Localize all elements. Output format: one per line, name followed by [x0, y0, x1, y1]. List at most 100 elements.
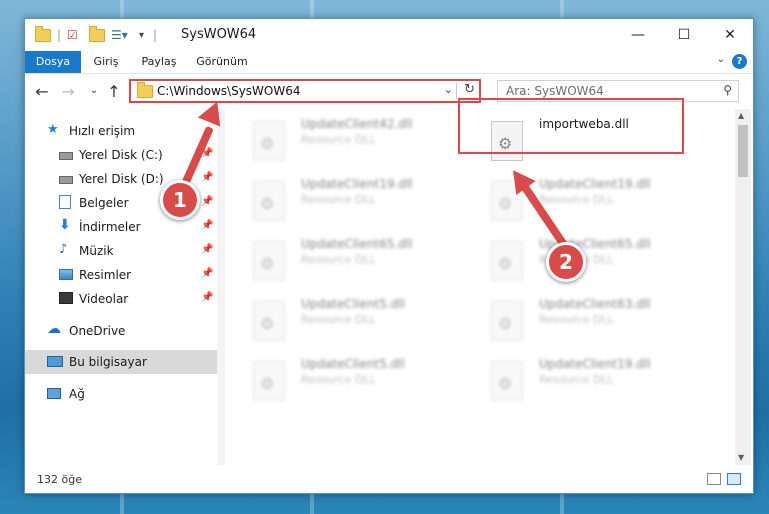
- file-name: UpdateClient5.dll: [301, 297, 405, 311]
- chevron-down-icon[interactable]: ⌄: [717, 54, 725, 65]
- pin-icon[interactable]: 📌: [201, 244, 213, 255]
- sidebar-item-music[interactable]: ♪ Müzik 📌: [25, 239, 217, 263]
- sidebar-item-local-disk-c[interactable]: Yerel Disk (C:) 📌: [25, 143, 217, 167]
- sidebar-item-this-pc[interactable]: Bu bilgisayar: [25, 350, 217, 374]
- window-title: SysWOW64: [181, 27, 257, 42]
- title-bar: | ☑ ☰▾ ▾ | SysWOW64 — ☐ ✕: [25, 19, 753, 51]
- sidebar-item-label: Yerel Disk (D:): [79, 172, 164, 186]
- file-name: UpdateClient63.dll: [539, 297, 651, 311]
- music-icon: ♪: [59, 242, 68, 257]
- file-name: UpdateClient42.dll: [301, 117, 413, 131]
- ribbon-tabs: Dosya Giriş Paylaş Görünüm ⌄ ?: [25, 51, 753, 74]
- pin-icon[interactable]: 📌: [201, 196, 213, 207]
- scroll-down-icon[interactable]: ▼: [738, 453, 744, 462]
- details-view-icon[interactable]: [707, 473, 721, 485]
- sidebar-item-label: Müzik: [79, 244, 114, 258]
- sidebar-item-label: Resimler: [79, 268, 132, 282]
- item-count: 132 öğe: [37, 473, 82, 486]
- file-name: UpdateClient19.dll: [539, 357, 651, 371]
- file-highlight-box: [458, 98, 684, 154]
- file-name: UpdateClient19.dll: [301, 177, 413, 191]
- sidebar-item-label: Hızlı erişim: [69, 124, 136, 138]
- list-item[interactable]: ⚙ UpdateClient19.dll Resource DLL: [483, 355, 703, 409]
- sidebar-scrollbar[interactable]: [217, 109, 225, 465]
- large-icons-view-icon[interactable]: [727, 473, 741, 485]
- drive-icon: [59, 152, 73, 160]
- list-item[interactable]: ⚙ UpdateClient63.dll Resource DLL: [483, 295, 703, 349]
- customize-toolbar-icon[interactable]: ▾: [139, 27, 144, 43]
- sidebar-item-onedrive[interactable]: ☁ OneDrive: [25, 319, 217, 343]
- pin-icon[interactable]: 📌: [201, 268, 213, 279]
- close-button[interactable]: ✕: [707, 19, 753, 51]
- network-icon: [47, 388, 61, 399]
- explorer-window: | ☑ ☰▾ ▾ | SysWOW64 — ☐ ✕ Dosya Giriş Pa…: [24, 18, 754, 494]
- forward-arrow-icon[interactable]: →: [59, 82, 77, 101]
- tab-home[interactable]: Giriş: [85, 51, 127, 73]
- new-folder-icon[interactable]: [89, 25, 105, 43]
- separator: |: [57, 28, 62, 42]
- star-icon: ★: [47, 122, 59, 137]
- sidebar-item-quick-access[interactable]: ★ Hızlı erişim: [25, 119, 217, 143]
- file-list: ⚙ UpdateClient42.dll Resource DLL ⚙ Upda…: [225, 109, 735, 465]
- help-button[interactable]: ?: [732, 54, 747, 69]
- computer-icon: [47, 356, 63, 367]
- sidebar-item-downloads[interactable]: ⬇ İndirmeler 📌: [25, 215, 217, 239]
- divider: [456, 83, 457, 99]
- file-description: Resource DLL: [301, 193, 376, 206]
- folder-icon: [137, 82, 153, 98]
- sidebar-item-pictures[interactable]: Resimler 📌: [25, 263, 217, 287]
- list-item[interactable]: ⚙ UpdateClient42.dll Resource DLL: [245, 115, 465, 169]
- sidebar-item-videos[interactable]: Videolar 📌: [25, 287, 217, 311]
- scrollbar-thumb[interactable]: [738, 125, 748, 177]
- file-description: Resource DLL: [301, 253, 376, 266]
- chevron-down-icon[interactable]: ⌄: [444, 83, 453, 96]
- scroll-up-icon[interactable]: ▲: [738, 111, 744, 120]
- sidebar-item-label: Videolar: [79, 292, 129, 306]
- folder-icon: [35, 25, 51, 43]
- pictures-icon: [59, 269, 73, 280]
- vertical-scrollbar[interactable]: ▲ ▼: [735, 109, 751, 465]
- view-options-icon[interactable]: ☰▾: [111, 27, 128, 43]
- tab-file[interactable]: Dosya: [25, 51, 81, 73]
- tab-share[interactable]: Paylaş: [133, 51, 185, 73]
- sidebar-item-label: Bu bilgisayar: [69, 355, 147, 369]
- list-item[interactable]: ⚙ UpdateClient5.dll Resource DLL: [245, 355, 465, 409]
- maximize-button[interactable]: ☐: [661, 19, 707, 51]
- documents-icon: [59, 195, 71, 209]
- annotation-badge-2: 2: [546, 242, 586, 282]
- pin-icon[interactable]: 📌: [201, 220, 213, 231]
- dll-file-icon: ⚙: [253, 181, 285, 221]
- file-name: UpdateClient19.dll: [539, 177, 651, 191]
- recent-locations-icon[interactable]: ⌄: [85, 85, 103, 96]
- file-description: Resource DLL: [301, 133, 376, 146]
- file-description: Resource DLL: [539, 313, 614, 326]
- pin-icon[interactable]: 📌: [201, 172, 213, 183]
- navigation-pane: ★ Hızlı erişim Yerel Disk (C:) 📌 Yerel D…: [25, 109, 217, 465]
- search-input[interactable]: Ara: SysWOW64: [506, 84, 604, 98]
- up-arrow-icon[interactable]: ↑: [105, 82, 123, 101]
- minimize-button[interactable]: —: [615, 19, 661, 51]
- status-bar: 132 öğe: [25, 465, 753, 493]
- list-item[interactable]: ⚙ UpdateClient19.dll Resource DLL: [245, 175, 465, 229]
- video-icon: [59, 292, 73, 304]
- annotation-badge-1: 1: [160, 180, 200, 220]
- sidebar-item-label: Ağ: [69, 387, 85, 401]
- cloud-icon: ☁: [47, 321, 61, 337]
- file-description: Resource DLL: [301, 313, 376, 326]
- sidebar-item-network[interactable]: Ağ: [25, 382, 217, 406]
- tab-view[interactable]: Görünüm: [191, 51, 253, 73]
- search-icon[interactable]: ⚲: [723, 83, 732, 97]
- sidebar-item-label: İndirmeler: [79, 220, 141, 234]
- list-item[interactable]: ⚙ UpdateClient65.dll Resource DLL: [245, 235, 465, 289]
- file-description: Resource DLL: [539, 373, 614, 386]
- dll-file-icon: ⚙: [253, 361, 285, 401]
- address-path[interactable]: C:\Windows\SysWOW64: [157, 84, 301, 98]
- refresh-icon[interactable]: ↻: [464, 82, 475, 97]
- dll-file-icon: ⚙: [253, 121, 285, 161]
- list-item[interactable]: ⚙ UpdateClient5.dll Resource DLL: [245, 295, 465, 349]
- back-arrow-icon[interactable]: ←: [33, 82, 51, 101]
- properties-icon[interactable]: ☑: [67, 27, 78, 43]
- pin-icon[interactable]: 📌: [201, 292, 213, 303]
- list-item[interactable]: ⚙ UpdateClient65.dll Resource DLL: [483, 235, 703, 289]
- address-bar[interactable]: C:\Windows\SysWOW64 ⌄ ↻: [129, 79, 481, 103]
